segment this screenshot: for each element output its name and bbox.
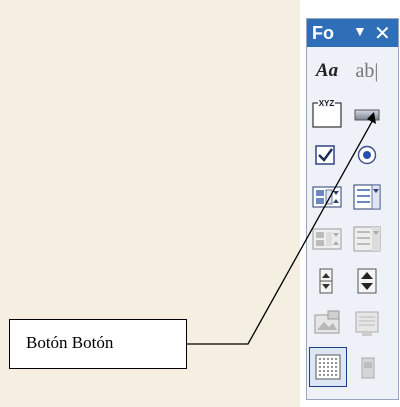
callout-label: Botón Botón — [26, 333, 114, 352]
callout-box: Botón Botón — [9, 319, 187, 369]
callout-leader-line — [187, 117, 375, 345]
